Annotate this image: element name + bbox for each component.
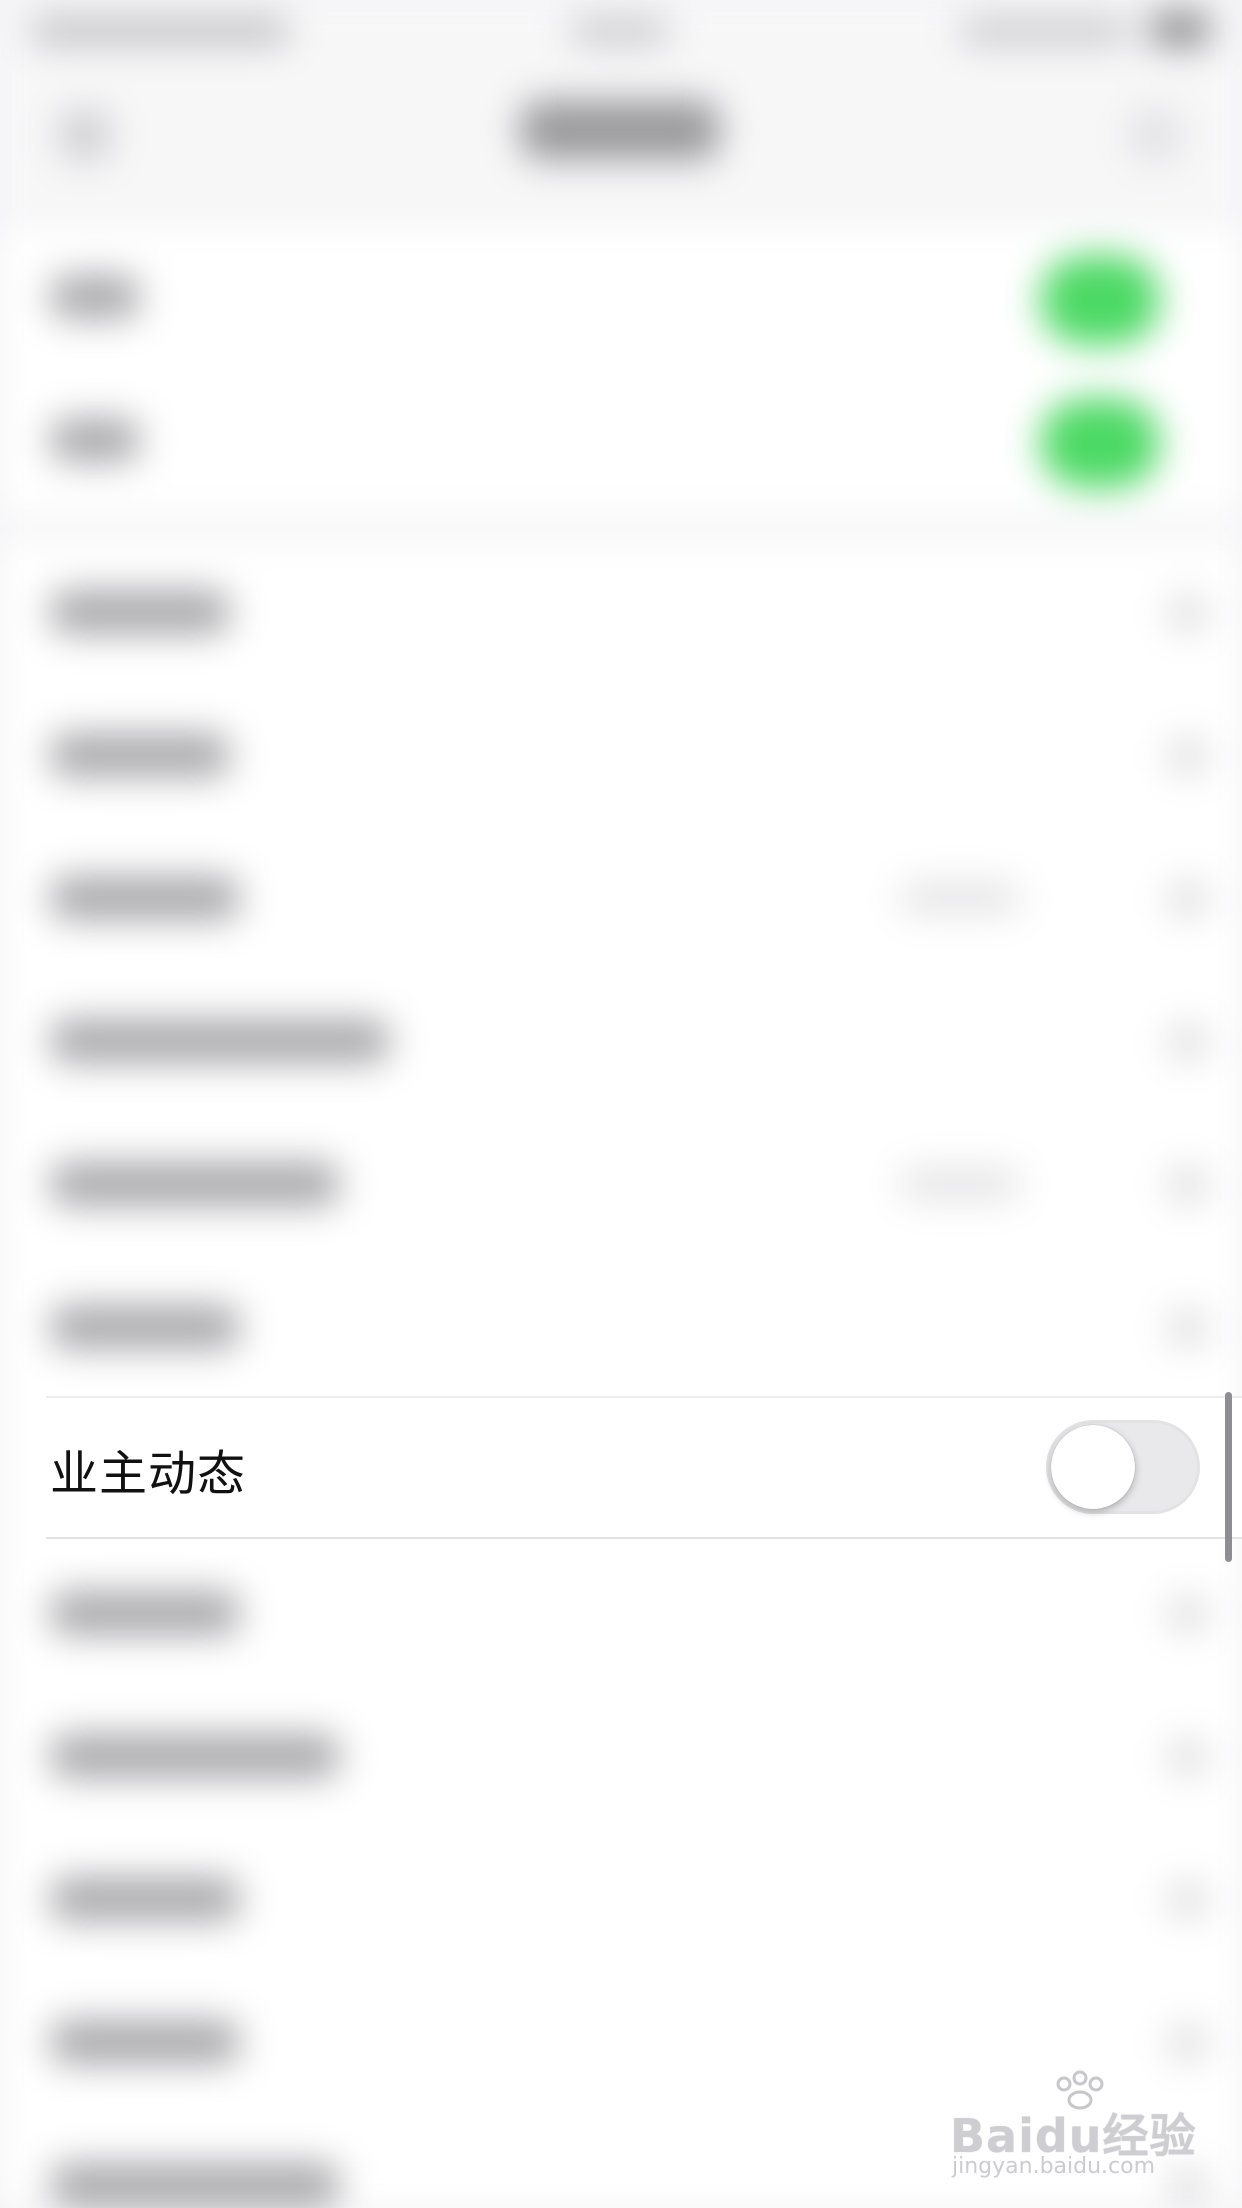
watermark: Baidu经验 jingyan.baidu.com (940, 2070, 1200, 2180)
row-label-placeholder (50, 418, 140, 462)
row-label-placeholder (50, 1019, 390, 1063)
chevron-right-icon (1170, 1739, 1206, 1775)
chevron-right-icon (1170, 738, 1206, 774)
watermark-url: jingyan.baidu.com (952, 2154, 1156, 2179)
status-bar (0, 0, 1242, 60)
row-label-placeholder (50, 1877, 240, 1921)
battery-icon (1150, 12, 1210, 46)
list-item[interactable] (0, 969, 1242, 1112)
settings-group-2 (0, 540, 1242, 2208)
row-label-placeholder (50, 1305, 240, 1349)
toggle-knob (1051, 1425, 1135, 1509)
list-item[interactable] (0, 225, 1242, 368)
more-icon[interactable] (1130, 110, 1180, 160)
settings-group-1 (0, 225, 1242, 515)
owner-updates-toggle[interactable] (1046, 1420, 1200, 1514)
row-value-placeholder (900, 1167, 1020, 1201)
row-label-placeholder (50, 590, 230, 634)
row-label-placeholder (50, 1734, 340, 1778)
nav-title-placeholder (520, 100, 720, 160)
list-item[interactable] (0, 1541, 1242, 1684)
row-label-placeholder (50, 2163, 340, 2207)
list-item[interactable] (0, 1684, 1242, 1827)
owner-updates-row[interactable]: 业主动态 (46, 1396, 1242, 1539)
blurred-background (0, 0, 1242, 2208)
chevron-right-icon (1170, 1024, 1206, 1060)
list-item[interactable] (0, 1255, 1242, 1398)
list-item[interactable] (0, 683, 1242, 826)
chevron-right-icon (1170, 595, 1206, 631)
scrollbar[interactable] (1225, 1392, 1232, 1562)
chevron-right-icon (1170, 1167, 1206, 1203)
row-label-placeholder (50, 876, 240, 920)
settings-screen: 业主动态 Baidu经验 jingyan.baidu.com (0, 0, 1242, 2208)
status-carrier-placeholder (30, 18, 290, 44)
list-item[interactable] (0, 1827, 1242, 1970)
owner-updates-label: 业主动态 (50, 1446, 247, 1502)
list-item[interactable] (0, 540, 1242, 683)
status-indicators-placeholder (960, 18, 1130, 44)
row-label-placeholder (50, 275, 140, 319)
row-label-placeholder (50, 1162, 340, 1206)
row-label-placeholder (50, 1591, 240, 1635)
row-label-placeholder (50, 733, 230, 777)
nav-bar (0, 60, 1242, 210)
row-value-placeholder (900, 881, 1020, 915)
chevron-right-icon (1170, 1310, 1206, 1346)
chevron-right-icon (1170, 1882, 1206, 1918)
chevron-right-icon (1170, 881, 1206, 917)
chevron-right-icon (1170, 1596, 1206, 1632)
list-item[interactable] (0, 1112, 1242, 1255)
list-item[interactable] (0, 368, 1242, 511)
toggle-switch[interactable] (1040, 255, 1160, 345)
chevron-right-icon (1170, 2025, 1206, 2061)
toggle-switch[interactable] (1040, 398, 1160, 488)
list-item[interactable] (0, 826, 1242, 969)
status-time-placeholder (570, 18, 670, 44)
back-arrow-icon[interactable] (60, 110, 110, 160)
row-label-placeholder (50, 2020, 240, 2064)
